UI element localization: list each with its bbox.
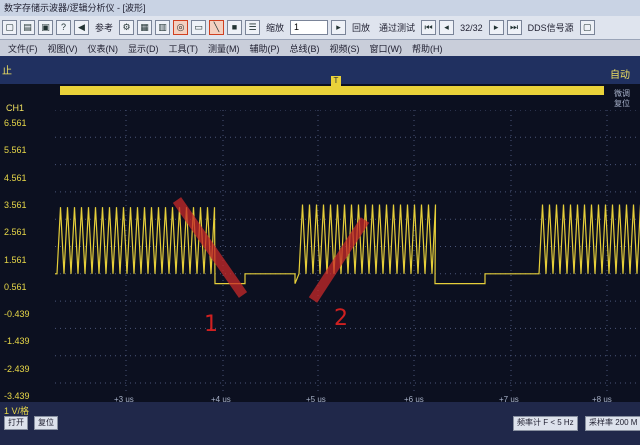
menu-instrument[interactable]: 仪表(N) (88, 42, 119, 55)
step-icon[interactable]: ▸ (331, 20, 347, 35)
y-tick-label: 3.561 (4, 199, 27, 210)
monitor-icon[interactable]: ▭ (191, 20, 207, 35)
menu-help[interactable]: 帮助(H) (412, 42, 443, 55)
toolbar: ▢ ▤ ▣ ? ◀ 参考 ⚙ ▦ ▥ ◎ ▭ ╲ ■ ☰ 缩放 1 ▸ 回放 通… (0, 16, 640, 40)
y-tick-label: 1.561 (4, 254, 27, 265)
pass-test-button[interactable]: 通过测试 (376, 21, 418, 34)
line-tool-icon[interactable]: ╲ (209, 20, 225, 35)
y-tick-label: -3.439 (4, 391, 30, 401)
waveform-plot[interactable] (55, 110, 640, 392)
annotation-2: 2 (334, 306, 348, 331)
menu-window[interactable]: 窗口(W) (370, 42, 403, 55)
annotation-1: 1 (204, 312, 218, 337)
memory-position-bar[interactable] (60, 86, 604, 95)
annotation-stroke-1 (172, 197, 248, 298)
y-tick-label: 0.561 (4, 281, 27, 292)
first-page-icon[interactable]: ⏮ (421, 20, 437, 35)
y-tick-label: -0.439 (4, 309, 30, 320)
save-icon[interactable]: ▣ (38, 20, 53, 35)
prev-page-icon[interactable]: ◂ (439, 20, 455, 35)
menu-bar: 文件(F) 视图(V) 仪表(N) 显示(D) 工具(T) 测量(M) 辅助(P… (0, 40, 640, 56)
next-page-icon[interactable]: ▸ (488, 20, 504, 35)
grid-icon[interactable]: ▦ (137, 20, 153, 35)
new-icon[interactable]: ▢ (2, 20, 17, 35)
menu-view[interactable]: 视图(V) (48, 42, 78, 55)
run-state[interactable]: 止 (2, 62, 12, 77)
bottom-panel: 1 V/格 打开 复位 频率计 F < 5 Hz 采样率 200 M (0, 402, 640, 445)
menu-display[interactable]: 显示(D) (128, 42, 159, 55)
cursor-icon[interactable]: ◎ (173, 20, 189, 35)
measure-icon[interactable]: ▥ (155, 20, 171, 35)
trigger-position-marker[interactable]: T (331, 76, 341, 86)
channel-label: CH1 (6, 103, 25, 113)
y-tick-label: -2.439 (4, 363, 30, 374)
status-bar: 止 自动 (0, 56, 640, 84)
menu-measure[interactable]: 测量(M) (208, 42, 240, 55)
open-icon[interactable]: ▤ (20, 20, 35, 35)
open-button[interactable]: 打开 (4, 416, 28, 430)
menu-video[interactable]: 视频(S) (330, 42, 360, 55)
menu-tools[interactable]: 工具(T) (169, 42, 199, 55)
y-tick-label: 2.561 (4, 227, 27, 238)
zoom-select[interactable]: 1 (290, 20, 329, 35)
window-title: 数字存储示波器/逻辑分析仪 - [波形] (0, 0, 640, 16)
y-tick-label: 5.561 (4, 145, 27, 156)
reset-button[interactable]: 复位 (614, 98, 630, 109)
list-icon[interactable]: ☰ (245, 20, 261, 35)
zoom-label: 缩放 (266, 23, 285, 33)
frequency-counter: 频率计 F < 5 Hz (513, 416, 578, 431)
reset-bottom-button[interactable]: 复位 (34, 416, 58, 430)
settings-icon[interactable]: ⚙ (119, 20, 135, 35)
trigger-mode[interactable]: 自动 (610, 66, 630, 81)
ref-label[interactable]: 参考 (92, 21, 116, 34)
back-icon[interactable]: ◀ (74, 20, 89, 35)
y-tick-label: -1.439 (4, 336, 30, 347)
last-page-icon[interactable]: ⏭ (506, 20, 522, 35)
dds-button[interactable]: DDS信号源 (525, 21, 577, 34)
y-tick-label: 4.561 (4, 172, 27, 183)
y-tick-label: 6.561 (4, 118, 27, 128)
menu-file[interactable]: 文件(F) (8, 42, 38, 55)
sample-rate: 采样率 200 M (585, 416, 640, 431)
stop-icon[interactable]: ■ (227, 20, 243, 35)
playback-button[interactable]: 回放 (349, 21, 373, 34)
menu-aux[interactable]: 辅助(P) (250, 42, 280, 55)
menu-bus[interactable]: 总线(B) (290, 42, 320, 55)
window-icon[interactable]: ▢ (579, 20, 595, 35)
help-icon[interactable]: ? (56, 20, 71, 35)
page-indicator: 32/32 (460, 22, 483, 33)
